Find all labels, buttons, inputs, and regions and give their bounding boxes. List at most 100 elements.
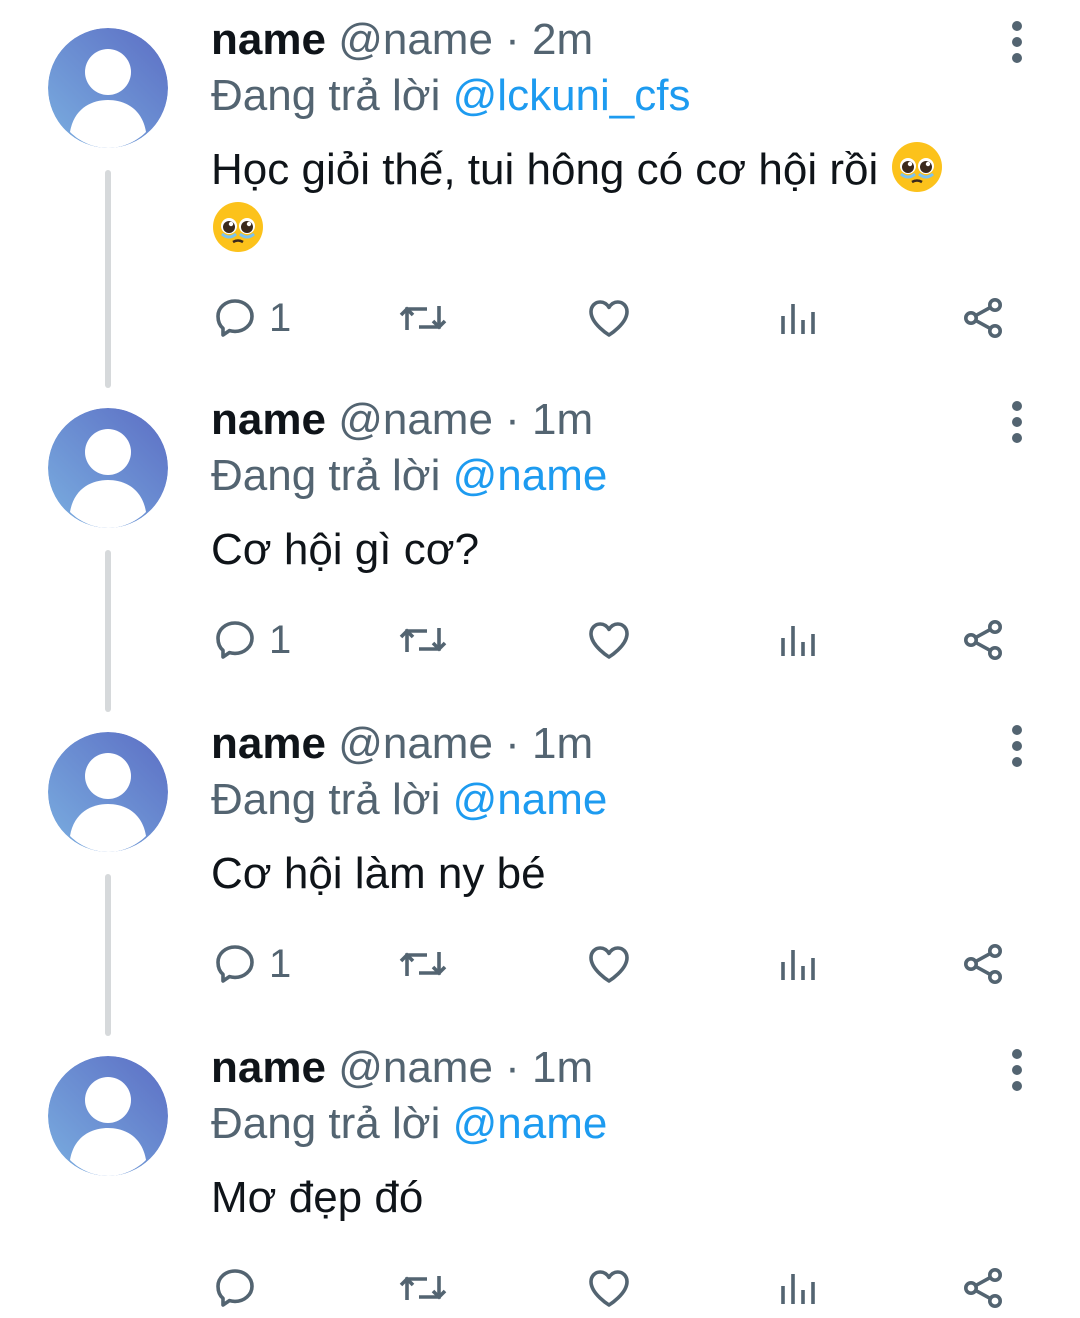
reply-icon <box>216 945 254 983</box>
tweet-text-content: Cơ hội làm ny bé <box>211 849 546 898</box>
handle[interactable]: @name <box>338 395 493 444</box>
handle[interactable]: @name <box>338 1043 493 1092</box>
vertical-ellipsis-icon <box>1012 1049 1022 1091</box>
display-name[interactable]: name <box>211 395 326 444</box>
replying-label: Đang trả lời <box>211 775 453 824</box>
mention-link[interactable]: @name <box>453 775 608 824</box>
timestamp[interactable]: 1m <box>532 1043 593 1092</box>
vertical-ellipsis-icon <box>1012 401 1022 443</box>
like-button[interactable] <box>585 610 633 670</box>
timestamp[interactable]: 1m <box>532 719 593 768</box>
display-name[interactable]: name <box>211 719 326 768</box>
timestamp[interactable]: 2m <box>532 15 593 64</box>
tweet-header: name @name · 2m <box>211 12 593 68</box>
tweet-3[interactable]: name @name · 1m Đang trả lời @name Cơ hộ… <box>0 704 1080 1036</box>
share-icon <box>964 1268 1002 1308</box>
reply-icon <box>216 299 254 337</box>
handle[interactable]: @name <box>338 719 493 768</box>
retweet-icon <box>399 1276 447 1300</box>
reply-icon <box>216 621 254 659</box>
reply-button[interactable]: 1 <box>211 934 291 994</box>
more-options-button[interactable] <box>998 722 1036 770</box>
more-options-button[interactable] <box>998 1046 1036 1094</box>
share-icon <box>964 944 1002 984</box>
views-button[interactable] <box>773 288 821 348</box>
thread-line <box>105 170 111 388</box>
reply-button[interactable]: 1 <box>211 288 291 348</box>
avatar[interactable] <box>48 732 168 852</box>
thread-line <box>105 550 111 712</box>
tweet-1[interactable]: name @name · 2m Đang trả lời @lckuni_cfs… <box>0 0 1080 390</box>
replying-label: Đang trả lời <box>211 451 453 500</box>
retweet-button[interactable] <box>397 934 449 994</box>
retweet-icon <box>399 306 447 330</box>
heart-icon <box>589 300 629 337</box>
reply-count: 1 <box>269 296 292 340</box>
tweet-text-content: Mơ đẹp đó <box>211 1173 424 1222</box>
bar-chart-icon <box>781 950 815 980</box>
tweet-4[interactable]: name @name · 1m Đang trả lời @name Mơ đẹ… <box>0 1028 1080 1318</box>
heart-icon <box>589 1270 629 1307</box>
action-bar <box>211 1258 1031 1318</box>
tweet-text: Cơ hội làm ny bé <box>211 844 1031 904</box>
retweet-button[interactable] <box>397 1258 449 1318</box>
replying-label: Đang trả lời <box>211 71 453 120</box>
heart-icon <box>589 946 629 983</box>
share-icon <box>964 298 1002 338</box>
tweet-header: name @name · 1m <box>211 716 593 772</box>
retweet-icon <box>399 628 447 652</box>
mention-link[interactable]: @name <box>453 1099 608 1148</box>
retweet-icon <box>399 952 447 976</box>
separator: · <box>492 15 533 64</box>
mention-link[interactable]: @name <box>453 451 608 500</box>
share-button[interactable] <box>959 288 1007 348</box>
views-button[interactable] <box>773 1258 821 1318</box>
bar-chart-icon <box>781 626 815 656</box>
reply-count: 1 <box>269 942 292 986</box>
retweet-button[interactable] <box>397 288 449 348</box>
tweet-text: Mơ đẹp đó <box>211 1168 1031 1228</box>
like-button[interactable] <box>585 934 633 994</box>
pleading-face-emoji-icon <box>213 202 263 252</box>
action-bar: 1 <box>211 288 1031 348</box>
share-button[interactable] <box>959 1258 1007 1318</box>
tweet-text: Học giỏi thế, tui hông có cơ hội rồi <box>211 140 1031 260</box>
replying-label: Đang trả lời <box>211 1099 453 1148</box>
views-button[interactable] <box>773 934 821 994</box>
pleading-face-emoji-icon <box>892 142 943 192</box>
more-options-button[interactable] <box>998 18 1036 66</box>
retweet-button[interactable] <box>397 610 449 670</box>
like-button[interactable] <box>585 1258 633 1318</box>
tweet-header: name @name · 1m <box>211 1040 593 1096</box>
reply-button[interactable] <box>211 1258 269 1318</box>
tweet-header: name @name · 1m <box>211 392 593 448</box>
replying-to: Đang trả lời @name <box>211 772 607 828</box>
thread-line <box>105 874 111 1036</box>
replying-to: Đang trả lời @lckuni_cfs <box>211 68 690 124</box>
user-silhouette-icon <box>48 28 168 148</box>
avatar[interactable] <box>48 1056 168 1176</box>
views-button[interactable] <box>773 610 821 670</box>
mention-link[interactable]: @lckuni_cfs <box>453 71 691 120</box>
more-options-button[interactable] <box>998 398 1036 446</box>
vertical-ellipsis-icon <box>1012 725 1022 767</box>
avatar[interactable] <box>48 408 168 528</box>
action-bar: 1 <box>211 934 1031 994</box>
tweet-2[interactable]: name @name · 1m Đang trả lời @name Cơ hộ… <box>0 380 1080 712</box>
user-silhouette-icon <box>48 408 168 528</box>
bar-chart-icon <box>781 304 815 334</box>
heart-icon <box>589 622 629 659</box>
avatar[interactable] <box>48 28 168 148</box>
timestamp[interactable]: 1m <box>532 395 593 444</box>
separator: · <box>492 719 533 768</box>
separator: · <box>492 395 533 444</box>
display-name[interactable]: name <box>211 1043 326 1092</box>
handle[interactable]: @name <box>338 15 493 64</box>
share-button[interactable] <box>959 610 1007 670</box>
share-icon <box>964 620 1002 660</box>
reply-button[interactable]: 1 <box>211 610 291 670</box>
like-button[interactable] <box>585 288 633 348</box>
share-button[interactable] <box>959 934 1007 994</box>
tweet-text: Cơ hội gì cơ? <box>211 520 1031 580</box>
display-name[interactable]: name <box>211 15 326 64</box>
